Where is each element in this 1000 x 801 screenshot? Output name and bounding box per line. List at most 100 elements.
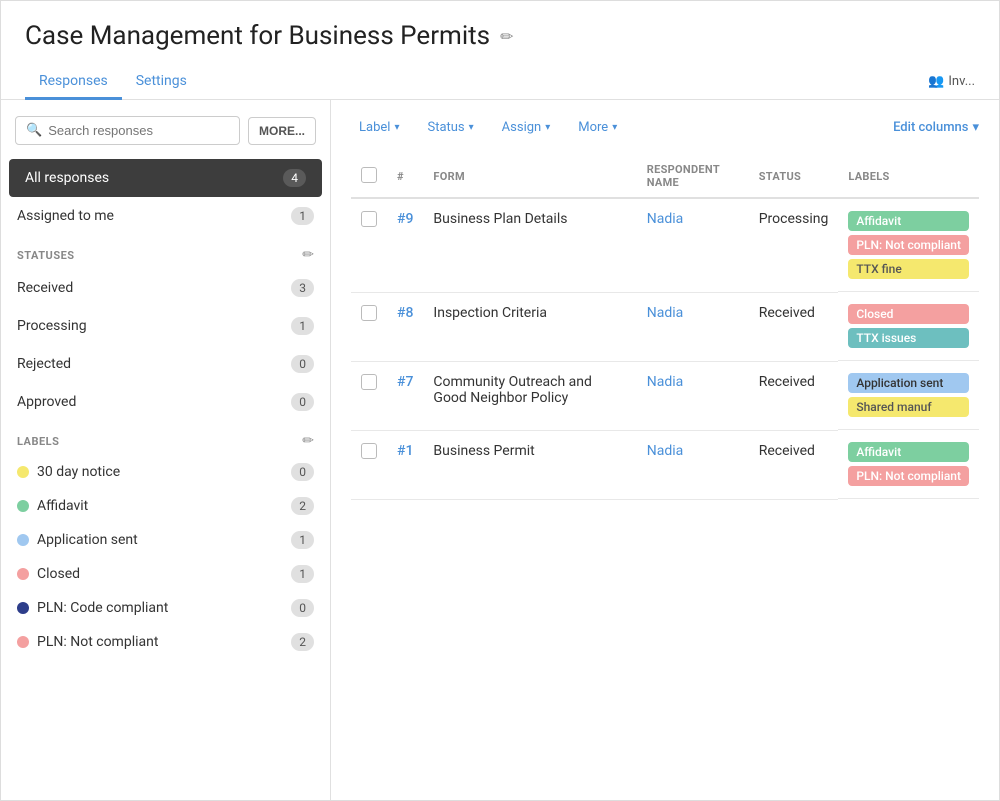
affidavit-text: Affidavit	[37, 498, 291, 514]
row-form: Inspection Criteria	[423, 292, 636, 361]
row-respondent[interactable]: Nadia	[637, 292, 749, 361]
label-tag: Shared manuf	[848, 397, 969, 417]
row-respondent[interactable]: Nadia	[637, 198, 749, 292]
received-badge: 3	[291, 279, 314, 297]
row-checkbox-cell[interactable]	[351, 430, 387, 499]
more-button[interactable]: MORE...	[248, 117, 316, 145]
row-labels: ClosedTTX issues	[838, 292, 979, 361]
search-box[interactable]: 🔍	[15, 116, 240, 145]
row-labels: Application sentShared manuf	[838, 361, 979, 430]
row-number[interactable]: #1	[387, 430, 423, 499]
application-sent-dot	[17, 534, 29, 546]
label-tag: Affidavit	[848, 442, 969, 462]
sidebar-label-pln-not-compliant[interactable]: PLN: Not compliant 2	[1, 625, 330, 659]
col-form: FORM	[423, 155, 636, 198]
application-sent-text: Application sent	[37, 532, 291, 548]
row-checkbox[interactable]	[361, 374, 377, 390]
statuses-list: Received 3 Processing 1 Rejected 0 Appro…	[1, 269, 330, 421]
30-day-notice-count: 0	[291, 463, 314, 481]
all-responses-label: All responses	[25, 170, 109, 186]
status-dropdown-button[interactable]: Status ▾	[419, 116, 481, 139]
table-row: #1 Business Permit Nadia Received Affida…	[351, 430, 979, 499]
row-checkbox-cell[interactable]	[351, 292, 387, 361]
sidebar-label-affidavit[interactable]: Affidavit 2	[1, 489, 330, 523]
invite-icon: 👥	[928, 74, 944, 89]
affidavit-count: 2	[291, 497, 314, 515]
assigned-to-me-badge: 1	[291, 207, 314, 225]
responses-table: # FORM RESPONDENT NAME STATUS LABELS #9 …	[351, 155, 979, 500]
pln-not-compliant-text: PLN: Not compliant	[37, 634, 291, 650]
30-day-notice-text: 30 day notice	[37, 464, 291, 480]
sidebar-item-processing[interactable]: Processing 1	[1, 307, 330, 345]
sidebar-label-pln-code-compliant[interactable]: PLN: Code compliant 0	[1, 591, 330, 625]
label-btn-text: Label	[359, 120, 390, 135]
more-chevron-icon: ▾	[612, 122, 617, 133]
more-dropdown-button[interactable]: More ▾	[570, 116, 625, 139]
label-tag: Closed	[848, 304, 969, 324]
header-right: 👥 Inv...	[928, 74, 975, 99]
edit-columns-chevron-icon: ▾	[972, 120, 979, 135]
assign-chevron-icon: ▾	[545, 122, 550, 133]
col-labels: LABELS	[838, 155, 979, 198]
30-day-notice-dot	[17, 466, 29, 478]
sidebar-label-closed[interactable]: Closed 1	[1, 557, 330, 591]
row-number[interactable]: #9	[387, 198, 423, 292]
label-tag: PLN: Not compliant	[848, 466, 969, 486]
statuses-section-header: STATUSES ✏	[1, 235, 330, 269]
label-tag: TTX fine	[848, 259, 969, 279]
row-respondent[interactable]: Nadia	[637, 430, 749, 499]
processing-label: Processing	[17, 318, 87, 334]
application-sent-count: 1	[291, 531, 314, 549]
rejected-badge: 0	[291, 355, 314, 373]
row-respondent[interactable]: Nadia	[637, 361, 749, 430]
approved-label: Approved	[17, 394, 76, 410]
status-chevron-icon: ▾	[469, 122, 474, 133]
labels-section-title: LABELS	[17, 435, 59, 448]
sidebar-label-application-sent[interactable]: Application sent 1	[1, 523, 330, 557]
col-status: STATUS	[749, 155, 839, 198]
invite-button[interactable]: 👥 Inv...	[928, 74, 975, 89]
approved-badge: 0	[291, 393, 314, 411]
search-input[interactable]	[48, 123, 229, 138]
more-btn-text: More	[578, 120, 608, 135]
row-form: Business Permit	[423, 430, 636, 499]
header-tabs: Responses Settings	[25, 65, 201, 99]
labels-section-header: LABELS ✏	[1, 421, 330, 455]
edit-columns-button[interactable]: Edit columns ▾	[893, 120, 979, 135]
assign-dropdown-button[interactable]: Assign ▾	[494, 116, 559, 139]
closed-dot	[17, 568, 29, 580]
sidebar-item-received[interactable]: Received 3	[1, 269, 330, 307]
row-checkbox-cell[interactable]	[351, 198, 387, 292]
statuses-edit-icon[interactable]: ✏	[302, 247, 314, 263]
tab-responses[interactable]: Responses	[25, 65, 122, 100]
row-checkbox[interactable]	[361, 211, 377, 227]
sidebar-item-all-responses[interactable]: All responses 4	[9, 159, 322, 197]
label-dropdown-button[interactable]: Label ▾	[351, 116, 407, 139]
table-header-row: # FORM RESPONDENT NAME STATUS LABELS	[351, 155, 979, 198]
select-all-checkbox[interactable]	[361, 167, 377, 183]
processing-badge: 1	[291, 317, 314, 335]
title-edit-icon[interactable]: ✏	[500, 27, 513, 46]
sidebar: 🔍 MORE... All responses 4 Assigned to me…	[1, 100, 331, 800]
toolbar: Label ▾ Status ▾ Assign ▾ More ▾ Edit co…	[351, 116, 979, 139]
row-checkbox[interactable]	[361, 305, 377, 321]
select-all-header[interactable]	[351, 155, 387, 198]
tab-settings[interactable]: Settings	[122, 65, 201, 100]
row-number[interactable]: #8	[387, 292, 423, 361]
sidebar-label-30-day-notice[interactable]: 30 day notice 0	[1, 455, 330, 489]
sidebar-item-rejected[interactable]: Rejected 0	[1, 345, 330, 383]
col-respondent: RESPONDENT NAME	[637, 155, 749, 198]
search-icon: 🔍	[26, 123, 42, 138]
labels-edit-icon[interactable]: ✏	[302, 433, 314, 449]
sidebar-item-assigned-to-me[interactable]: Assigned to me 1	[1, 197, 330, 235]
row-number[interactable]: #7	[387, 361, 423, 430]
app-container: Case Management for Business Permits ✏ R…	[0, 0, 1000, 801]
row-checkbox[interactable]	[361, 443, 377, 459]
pln-code-compliant-text: PLN: Code compliant	[37, 600, 291, 616]
row-checkbox-cell[interactable]	[351, 361, 387, 430]
assigned-to-me-label: Assigned to me	[17, 208, 114, 224]
pln-code-compliant-count: 0	[291, 599, 314, 617]
label-chevron-icon: ▾	[394, 122, 399, 133]
all-responses-badge: 4	[283, 169, 306, 187]
sidebar-item-approved[interactable]: Approved 0	[1, 383, 330, 421]
